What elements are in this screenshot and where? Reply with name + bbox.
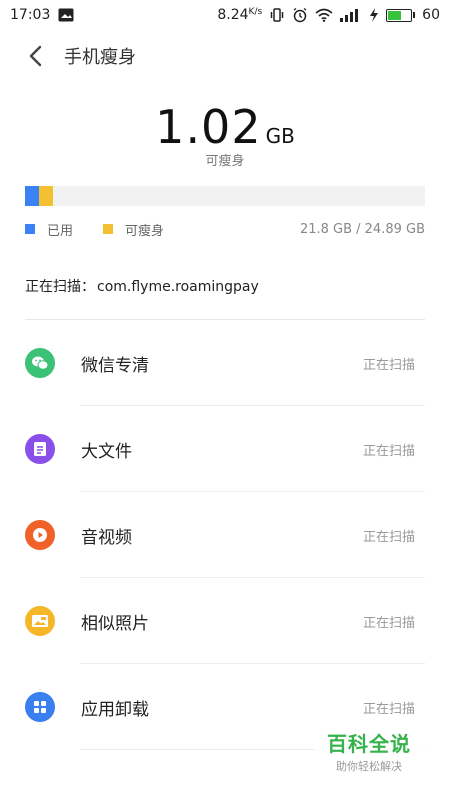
list-item-status: 正在扫描 [362, 701, 415, 717]
list-item-label: 大文件 [81, 441, 132, 462]
document-icon [25, 434, 55, 464]
storage-used-segment [25, 186, 39, 206]
list-item-label: 相似照片 [81, 613, 149, 634]
photo-icon [25, 606, 55, 636]
slimmable-size-unit: GB [265, 124, 295, 148]
storage-slimmable-segment [39, 186, 53, 206]
watermark-subtitle: 助你轻松解决 [336, 760, 402, 773]
signal-icon [340, 8, 362, 22]
apps-grid-icon [25, 692, 55, 722]
play-icon [25, 520, 55, 550]
scan-status: 正在扫描： com.flyme.roamingpay [25, 276, 259, 296]
notification-image-icon [58, 8, 74, 22]
battery-level: 60 [422, 7, 440, 23]
list-item-status: 正在扫描 [362, 615, 415, 631]
status-bar: 17:03 8.24K/s 60 [0, 0, 450, 30]
scan-package-name: com.flyme.roamingpay [97, 279, 259, 295]
list-item-label: 应用卸载 [81, 699, 149, 720]
watermark-logo: 百科全说 助你轻松解决 [314, 724, 424, 776]
storage-usage-text: 21.8 GB / 24.89 GB [299, 221, 425, 237]
list-item-status: 正在扫描 [362, 357, 415, 373]
slim-summary: 1.02 GB 可瘦身 [0, 100, 450, 169]
list-item-similar-photos[interactable]: 相似照片 正在扫描 [0, 578, 450, 664]
legend-used: 已用 [25, 220, 73, 239]
back-button[interactable] [8, 36, 64, 76]
net-speed-value: 8.24 [217, 7, 249, 23]
watermark-title: 百科全说 [327, 732, 411, 756]
slimmable-caption: 可瘦身 [205, 154, 245, 169]
net-speed-unit: K/s [248, 7, 263, 17]
list-item-status: 正在扫描 [362, 443, 415, 459]
legend-used-swatch [25, 224, 35, 234]
list-item-audio-video[interactable]: 音视频 正在扫描 [0, 492, 450, 578]
list-item-label: 音视频 [81, 527, 132, 548]
slimmable-size-value: 1.02 [155, 100, 262, 154]
scan-status-label: 正在扫描： [25, 279, 95, 295]
battery-icon [386, 8, 416, 22]
legend-slimmable-label: 可瘦身 [125, 223, 165, 239]
storage-legend: 已用 可瘦身 21.8 GB / 24.89 GB [25, 219, 425, 239]
legend-used-label: 已用 [47, 223, 74, 239]
storage-usage-bar [25, 186, 425, 206]
alarm-icon [292, 7, 308, 23]
legend-slimmable: 可瘦身 [103, 220, 164, 239]
category-list: 微信专清 正在扫描 大文件 正在扫描 音视频 正在扫描 相似照片 正在扫描 应用… [0, 320, 450, 750]
list-item-status: 正在扫描 [362, 529, 415, 545]
charging-icon [369, 8, 379, 22]
list-item-large-files[interactable]: 大文件 正在扫描 [0, 406, 450, 492]
net-speed: 8.24K/s [217, 7, 262, 23]
legend-slimmable-swatch [103, 224, 114, 234]
app-header: 手机瘦身 [0, 36, 450, 76]
list-item-wechat-clean[interactable]: 微信专清 正在扫描 [0, 320, 450, 406]
wechat-icon [25, 348, 55, 378]
status-time: 17:03 [10, 7, 51, 23]
vibrate-icon [269, 7, 285, 23]
page-title: 手机瘦身 [64, 47, 136, 68]
wifi-icon [315, 8, 333, 22]
list-item-label: 微信专清 [81, 355, 149, 376]
chevron-left-icon [29, 45, 42, 67]
